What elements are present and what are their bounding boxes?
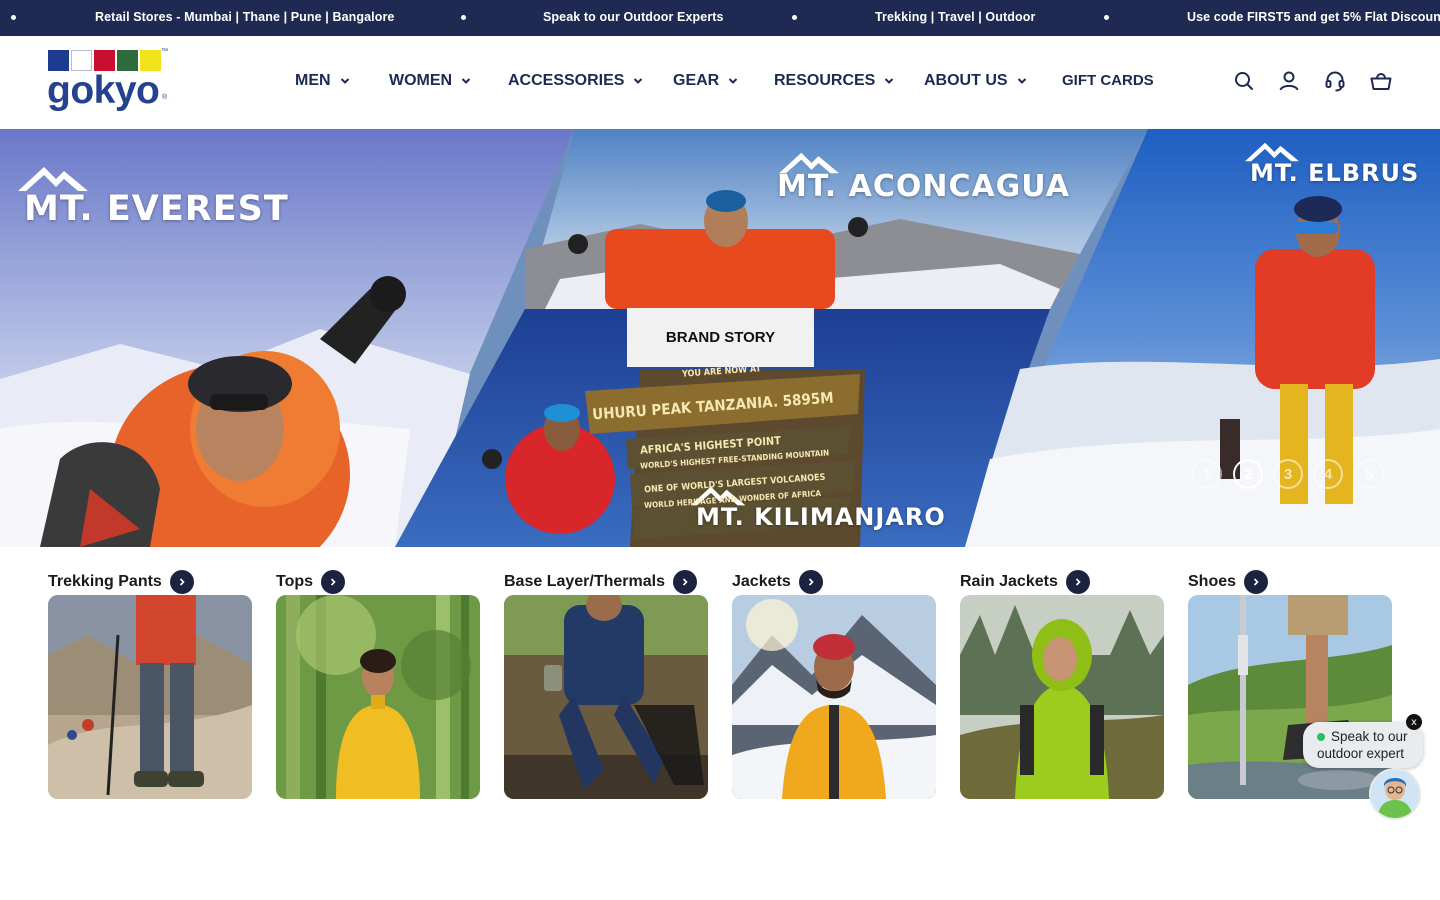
announcement-stores[interactable]: Retail Stores - Mumbai | Thane | Pune | … <box>95 10 394 24</box>
category-title: Tops <box>276 573 314 590</box>
announcement-experts[interactable]: Speak to our Outdoor Experts <box>543 10 724 24</box>
announcement-categories[interactable]: Trekking | Travel | Outdoor <box>875 10 1035 24</box>
chat-close-button[interactable]: x <box>1406 714 1422 730</box>
category-card-tops: Tops <box>276 570 480 799</box>
chevron-down-icon <box>634 78 643 84</box>
category-card-rain-jackets: Rain Jackets <box>960 570 1164 799</box>
category-card-base-layer: Base Layer/Thermals <box>504 570 708 799</box>
category-title: Trekking Pants <box>48 573 162 590</box>
nav-resources-label: RESOURCES <box>774 72 876 89</box>
category-image[interactable] <box>276 595 480 799</box>
nav-accessories-label: ACCESSORIES <box>508 72 625 89</box>
arrow-right-icon[interactable] <box>798 570 823 594</box>
site-header: ™ gokyo ® MEN WOMEN ACCESSORIES GEAR RES… <box>0 36 1440 129</box>
category-card-trekking-pants: Trekking Pants <box>48 570 252 799</box>
category-link[interactable]: Rain Jackets <box>960 570 1164 594</box>
flag-blue <box>48 50 69 71</box>
hero-banner: MT. EVEREST MT. ACONCAGUA MT. ELBRUS MT.… <box>0 129 1440 547</box>
nav-gear-label: GEAR <box>673 72 720 89</box>
flag-green <box>117 50 138 71</box>
category-link[interactable]: Shoes <box>1188 570 1392 594</box>
chevron-down-icon <box>885 78 894 84</box>
nav-resources[interactable]: RESOURCES <box>774 72 894 90</box>
brand-story-button[interactable]: BRAND STORY <box>627 308 814 367</box>
pagination-dot-2[interactable]: 2 <box>1233 459 1263 489</box>
announcement-discount[interactable]: Use code FIRST5 and get 5% Flat Discount <box>1187 10 1440 24</box>
category-title: Rain Jackets <box>960 573 1058 590</box>
chat-avatar-button[interactable] <box>1369 768 1421 820</box>
chat-prompt-line-2: outdoor expert <box>1317 746 1405 761</box>
arrow-right-icon[interactable] <box>1244 570 1269 594</box>
chevron-down-icon <box>729 78 738 84</box>
chevron-down-icon <box>1017 78 1026 84</box>
flag-white <box>71 50 92 71</box>
nav-women[interactable]: WOMEN <box>389 72 471 90</box>
hero-pagination: 1 2 3 4 5 <box>1192 459 1392 491</box>
nav-men-label: MEN <box>295 72 331 89</box>
announcement-bar: Retail Stores - Mumbai | Thane | Pune | … <box>0 0 1440 36</box>
chat-prompt-line-1: Speak to our <box>1331 729 1408 744</box>
peak-label-elbrus: MT. ELBRUS <box>1250 159 1420 187</box>
category-image[interactable] <box>504 595 708 799</box>
category-image[interactable] <box>960 595 1164 799</box>
pagination-dot-4[interactable]: 4 <box>1313 459 1343 489</box>
online-status-dot <box>1317 733 1325 741</box>
separator-dot <box>792 15 797 20</box>
logo-tm: ™ <box>161 48 168 55</box>
separator-dot <box>1104 15 1109 20</box>
logo-registered: ® <box>162 94 168 101</box>
category-link[interactable]: Jackets <box>732 570 936 594</box>
chat-prompt-bubble[interactable]: Speak to our outdoor expert <box>1303 722 1423 768</box>
nav-about-us-label: ABOUT US <box>924 72 1008 89</box>
arrow-right-icon[interactable] <box>672 570 697 594</box>
arrow-right-icon[interactable] <box>321 570 346 594</box>
flag-yellow <box>140 50 161 71</box>
category-link[interactable]: Base Layer/Thermals <box>504 570 708 594</box>
search-icon[interactable] <box>1232 69 1256 93</box>
account-icon[interactable] <box>1277 69 1301 93</box>
nav-gift-cards[interactable]: GIFT CARDS <box>1062 72 1154 89</box>
category-link[interactable]: Trekking Pants <box>48 570 252 594</box>
peak-label-kilimanjaro: MT. KILIMANJARO <box>696 503 946 531</box>
flag-red <box>94 50 115 71</box>
category-title: Base Layer/Thermals <box>504 573 665 590</box>
arrow-right-icon[interactable] <box>169 570 194 594</box>
pagination-dot-5[interactable]: 5 <box>1354 459 1384 489</box>
category-image[interactable] <box>1188 595 1392 799</box>
expert-avatar-icon <box>1371 770 1419 818</box>
category-title: Jackets <box>732 573 791 590</box>
nav-women-label: WOMEN <box>389 72 453 89</box>
separator-dot <box>11 15 16 20</box>
peak-label-everest: MT. EVEREST <box>24 189 289 229</box>
chevron-down-icon <box>461 78 471 84</box>
brand-logo[interactable]: ™ gokyo ® <box>47 48 172 116</box>
separator-dot <box>461 15 466 20</box>
pagination-dot-1[interactable]: 1 <box>1192 459 1222 489</box>
nav-accessories[interactable]: ACCESSORIES <box>508 72 643 90</box>
arrow-right-icon[interactable] <box>1065 570 1090 594</box>
category-card-jackets: Jackets <box>732 570 936 799</box>
category-title: Shoes <box>1188 573 1237 590</box>
peak-label-aconcagua: MT. ACONCAGUA <box>777 169 1070 204</box>
support-icon[interactable] <box>1323 69 1347 93</box>
category-image[interactable] <box>732 595 936 799</box>
cart-icon[interactable] <box>1369 69 1393 93</box>
logo-wordmark: gokyo <box>47 69 160 112</box>
nav-gear[interactable]: GEAR <box>673 72 738 90</box>
nav-about-us[interactable]: ABOUT US <box>924 72 1027 90</box>
pagination-dot-3[interactable]: 3 <box>1273 459 1303 489</box>
category-image[interactable] <box>48 595 252 799</box>
category-link[interactable]: Tops <box>276 570 480 594</box>
nav-men[interactable]: MEN <box>295 72 350 90</box>
chevron-down-icon <box>340 78 349 84</box>
